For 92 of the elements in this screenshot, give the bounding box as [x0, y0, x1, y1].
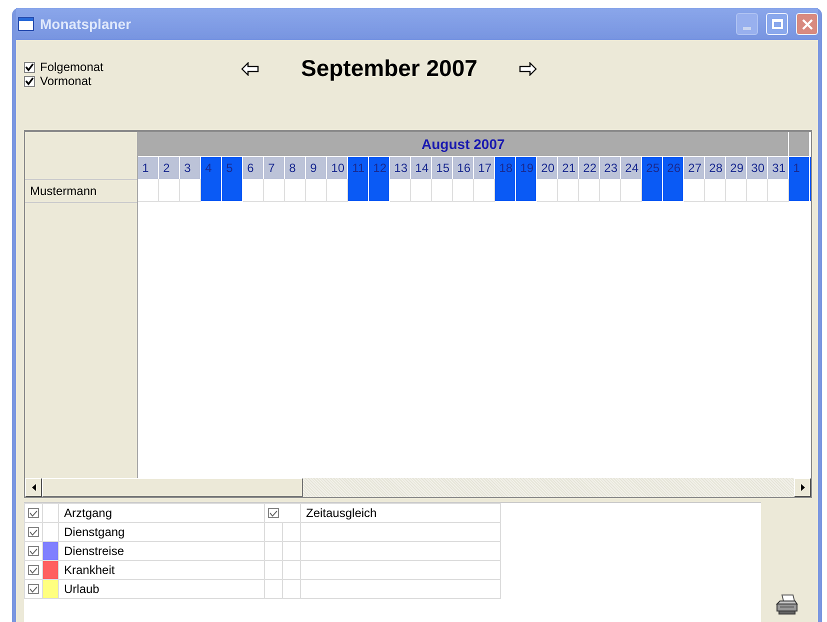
day-cell[interactable] — [306, 179, 328, 202]
day-header: 12 — [369, 156, 390, 179]
day-header: 28 — [705, 156, 726, 179]
legend-label: Dienstgang — [58, 522, 264, 542]
day-header: 4 — [201, 156, 222, 179]
day-header: 19 — [516, 156, 538, 179]
day-cell[interactable] — [390, 179, 412, 202]
day-header: 24 — [621, 156, 642, 179]
print-button[interactable] — [774, 594, 798, 616]
day-header: 7 — [264, 156, 286, 179]
day-cell[interactable] — [621, 179, 642, 202]
day-header: 22 — [579, 156, 600, 179]
day-cell[interactable] — [705, 179, 726, 202]
scroll-right-button[interactable] — [794, 478, 811, 497]
day-cell[interactable] — [264, 179, 286, 202]
day-header: 18 — [495, 156, 516, 179]
scroll-thumb[interactable] — [42, 478, 303, 497]
legend-label: Dienstreise — [58, 542, 264, 560]
employee-name[interactable]: Mustermann — [25, 180, 138, 203]
maximize-icon — [772, 19, 782, 29]
day-cell[interactable] — [600, 179, 622, 202]
right-arrow-icon — [519, 62, 538, 76]
day-header: 16 — [453, 156, 474, 179]
day-cell[interactable] — [285, 179, 306, 202]
checkbox[interactable] — [24, 76, 35, 86]
day-header: 9 — [306, 156, 328, 179]
day-header: 2 — [159, 156, 180, 179]
day-cell[interactable] — [432, 179, 454, 202]
day-header: 29 — [726, 156, 748, 179]
legend-label: Krankheit — [58, 560, 264, 580]
checkbox[interactable] — [24, 62, 35, 72]
day-header: 23 — [600, 156, 622, 179]
month-header: August 2007 — [138, 132, 790, 156]
legend-label: Zeitausgleich — [300, 504, 500, 522]
day-cell[interactable] — [537, 179, 558, 202]
day-header: 20 — [537, 156, 558, 179]
day-header: 6 — [243, 156, 264, 179]
day-header: 14 — [411, 156, 432, 179]
day-cell[interactable] — [159, 179, 180, 202]
day-header: 30 — [747, 156, 768, 179]
right-triangle-icon — [800, 484, 804, 491]
day-cell[interactable] — [474, 179, 496, 202]
day-cell[interactable] — [180, 179, 202, 202]
close-button[interactable] — [796, 13, 818, 35]
legend-label: Arztgang — [58, 504, 264, 522]
legend-checkbox[interactable] — [28, 584, 39, 594]
legend-checkbox[interactable] — [28, 508, 39, 518]
day-header: 1 — [789, 156, 810, 179]
option-label[interactable]: Folgemonat — [40, 60, 104, 74]
day-header: 15 — [432, 156, 454, 179]
day-header: 21 — [558, 156, 580, 179]
day-header: 3 — [180, 156, 202, 179]
day-header: 8 — [285, 156, 306, 179]
day-cell[interactable] — [684, 179, 706, 202]
close-icon — [802, 18, 812, 30]
legend-checkbox[interactable] — [268, 508, 279, 518]
day-cell[interactable] — [453, 179, 474, 202]
month-title: September 2007 — [301, 55, 478, 82]
previous-month-button[interactable] — [239, 62, 261, 76]
day-cell[interactable] — [579, 179, 600, 202]
next-month-button[interactable] — [517, 62, 540, 76]
option-label[interactable]: Vormonat — [40, 74, 92, 88]
day-cell[interactable] — [768, 179, 790, 202]
day-header: 26 — [663, 156, 684, 179]
day-header: 13 — [390, 156, 412, 179]
day-header: 10 — [327, 156, 348, 179]
day-cell[interactable] — [243, 179, 264, 202]
minimize-icon — [743, 27, 751, 30]
day-header: 27 — [684, 156, 706, 179]
legend-checkbox[interactable] — [28, 546, 39, 556]
legend-label: Urlaub — [58, 580, 264, 598]
window-icon — [18, 17, 34, 31]
day-header: 11 — [348, 156, 370, 179]
day-cell[interactable] — [138, 179, 160, 202]
window-title: Monatsplaner — [40, 16, 132, 32]
left-arrow-icon — [241, 62, 259, 76]
day-header: 5 — [222, 156, 244, 179]
day-cell[interactable] — [726, 179, 748, 202]
day-cell[interactable] — [747, 179, 768, 202]
day-cell[interactable] — [558, 179, 580, 202]
horizontal-scrollbar[interactable] — [25, 478, 811, 497]
scroll-left-button[interactable] — [25, 478, 42, 497]
day-header: 31 — [768, 156, 790, 179]
day-cell[interactable] — [327, 179, 348, 202]
legend-checkbox[interactable] — [28, 527, 39, 537]
day-header: 1 — [138, 156, 160, 179]
legend-checkbox[interactable] — [28, 565, 39, 575]
day-header: 17 — [474, 156, 496, 179]
day-cell[interactable] — [411, 179, 432, 202]
left-triangle-icon — [32, 484, 36, 491]
printer-icon — [774, 594, 798, 616]
day-header: 25 — [642, 156, 664, 179]
